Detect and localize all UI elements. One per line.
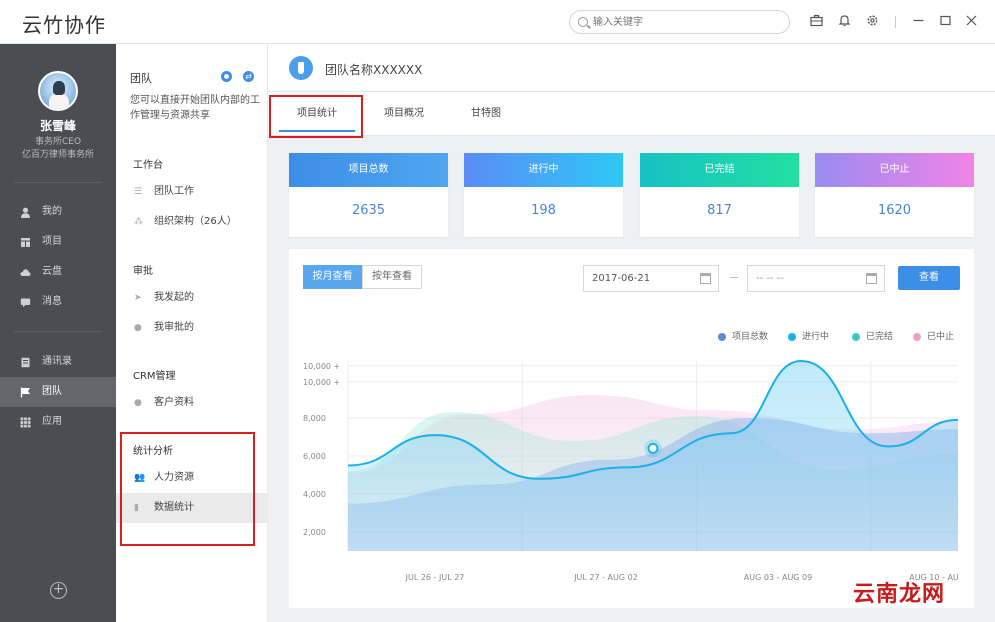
search-box[interactable]	[569, 10, 790, 34]
customer-icon: ●	[134, 398, 142, 408]
stat-card-value: 198	[531, 203, 556, 218]
content-header: 团队名称XXXXXX	[268, 44, 995, 92]
flag-icon	[20, 387, 30, 398]
panel-item-customer-info[interactable]: ● 客户资料	[116, 388, 268, 418]
stat-card-label: 已中止	[815, 153, 974, 187]
list-icon: ☰	[134, 187, 143, 197]
area-chart: 10,000 + 10,000 + 8,000 6,000 4,000 2,000 JUL…	[303, 359, 959, 582]
panel-item-approved-by-me[interactable]: ● 我审批的	[116, 313, 268, 343]
panel-item-label: 组织架构（26人）	[154, 216, 237, 227]
panel-item-label: 我审批的	[154, 322, 194, 333]
team-name: 团队名称XXXXXX	[325, 63, 423, 77]
project-icon	[21, 238, 30, 247]
settings-icon[interactable]	[221, 71, 232, 82]
add-icon[interactable]: +	[50, 582, 67, 599]
highlight-box-analytics	[120, 432, 255, 546]
user-org: 亿百万律师事务所	[21, 150, 94, 160]
y-tick-label: 4,000	[303, 490, 326, 499]
sidebar-item-label: 项目	[42, 236, 62, 247]
search-input[interactable]	[593, 14, 773, 30]
stat-card-label: 已完结	[640, 153, 799, 187]
sidebar-divider	[14, 182, 102, 183]
section-title-workbench: 工作台	[133, 160, 163, 171]
x-tick-label: JUL 26 - JUL 27	[405, 573, 465, 582]
highlight-box-tab	[269, 95, 363, 138]
chart-panel: 按月查看 按年查看 2017-06-21 -- -- -- 查看 项目总数 进行…	[289, 249, 974, 608]
x-tick-label: AUG 03 - AUG 09	[744, 573, 812, 582]
data-point-marker	[647, 442, 659, 454]
close-icon[interactable]	[964, 14, 978, 28]
title-bar: 云竹协作	[0, 0, 995, 44]
user-role: 事务所CEO	[34, 137, 82, 147]
stat-card-completed[interactable]: 已完结 817	[640, 153, 799, 237]
tab-bar: 项目统计 项目概况 甘特图	[268, 92, 995, 136]
person-icon	[21, 207, 30, 218]
apps-icon	[20, 417, 31, 428]
tab-gantt[interactable]: 甘特图	[456, 92, 516, 136]
main-sidebar: 张雪峰 事务所CEO 亿百万律师事务所 我的 项目 云盘 消息 通讯录 团队 应…	[0, 44, 116, 622]
org-chart-icon: ⁂	[134, 217, 143, 227]
y-tick-label: 10,000 +	[303, 362, 340, 371]
y-tick-label: 10,000 +	[303, 378, 340, 387]
section-title-approval: 审批	[133, 266, 153, 277]
sidebar-item-label: 应用	[42, 416, 62, 427]
x-tick-label: JUL 27 - AUG 02	[573, 573, 638, 582]
stat-card-label: 进行中	[464, 153, 623, 187]
user-name: 张雪峰	[39, 119, 76, 133]
search-icon	[578, 17, 588, 27]
person-icon: ●	[134, 323, 142, 333]
stat-card-total[interactable]: 项目总数 2635	[289, 153, 448, 237]
message-icon	[20, 298, 31, 308]
app-title: 云竹协作	[22, 13, 106, 37]
stat-card-value: 1620	[877, 203, 912, 218]
maximize-icon[interactable]	[938, 14, 952, 28]
send-icon: ➤	[134, 293, 142, 303]
tab-project-overview[interactable]: 项目概况	[372, 92, 436, 136]
sidebar-item-contacts[interactable]: 通讯录	[0, 347, 116, 377]
stat-card-value: 2635	[351, 203, 386, 218]
stat-card-in-progress[interactable]: 进行中 198	[464, 153, 623, 237]
sidebar-item-apps[interactable]: 应用	[0, 407, 116, 437]
gear-icon[interactable]	[865, 14, 879, 28]
panel-item-label: 团队工作	[154, 186, 194, 197]
contacts-icon	[21, 357, 30, 368]
sidebar-item-label: 云盘	[42, 266, 62, 277]
y-tick-label: 2,000	[303, 528, 326, 537]
switch-icon[interactable]: ⇄	[243, 71, 254, 82]
sidebar-item-label: 消息	[42, 296, 62, 307]
cloud-icon	[20, 269, 31, 276]
sidebar-item-label: 通讯录	[42, 356, 72, 367]
sidebar-item-mine[interactable]: 我的	[0, 197, 116, 227]
panel-item-org-structure[interactable]: ⁂ 组织架构（26人）	[116, 207, 268, 237]
avatar[interactable]	[38, 71, 78, 111]
sidebar-item-team[interactable]: 团队	[0, 377, 116, 407]
team-logo-icon	[289, 56, 313, 80]
panel-item-initiated[interactable]: ➤ 我发起的	[116, 283, 268, 313]
minimize-icon[interactable]	[911, 14, 925, 28]
y-tick-label: 6,000	[303, 452, 326, 461]
stat-card-label: 项目总数	[289, 153, 448, 187]
sidebar-item-cloud[interactable]: 云盘	[0, 257, 116, 287]
briefcase-icon[interactable]	[809, 14, 823, 28]
panel-item-label: 我发起的	[154, 292, 194, 303]
stat-card-value: 817	[707, 203, 732, 218]
section-title-crm: CRM管理	[133, 371, 176, 382]
y-tick-label: 8,000	[303, 414, 326, 423]
bell-icon[interactable]	[837, 14, 851, 28]
sidebar-item-label: 团队	[42, 386, 62, 397]
panel-description: 您可以直接开始团队内部的工作管理与资源共享	[130, 95, 260, 121]
stat-card-stopped[interactable]: 已中止 1620	[815, 153, 974, 237]
titlebar-divider	[895, 16, 896, 28]
panel-item-team-work[interactable]: ☰ 团队工作	[116, 177, 268, 207]
watermark-text: 云南龙网	[853, 582, 946, 607]
sidebar-item-label: 我的	[42, 206, 62, 217]
sidebar-item-message[interactable]: 消息	[0, 287, 116, 317]
sidebar-divider	[14, 331, 102, 332]
panel-title: 团队	[130, 72, 152, 85]
sidebar-item-project[interactable]: 项目	[0, 227, 116, 257]
panel-item-label: 客户资料	[154, 397, 194, 408]
